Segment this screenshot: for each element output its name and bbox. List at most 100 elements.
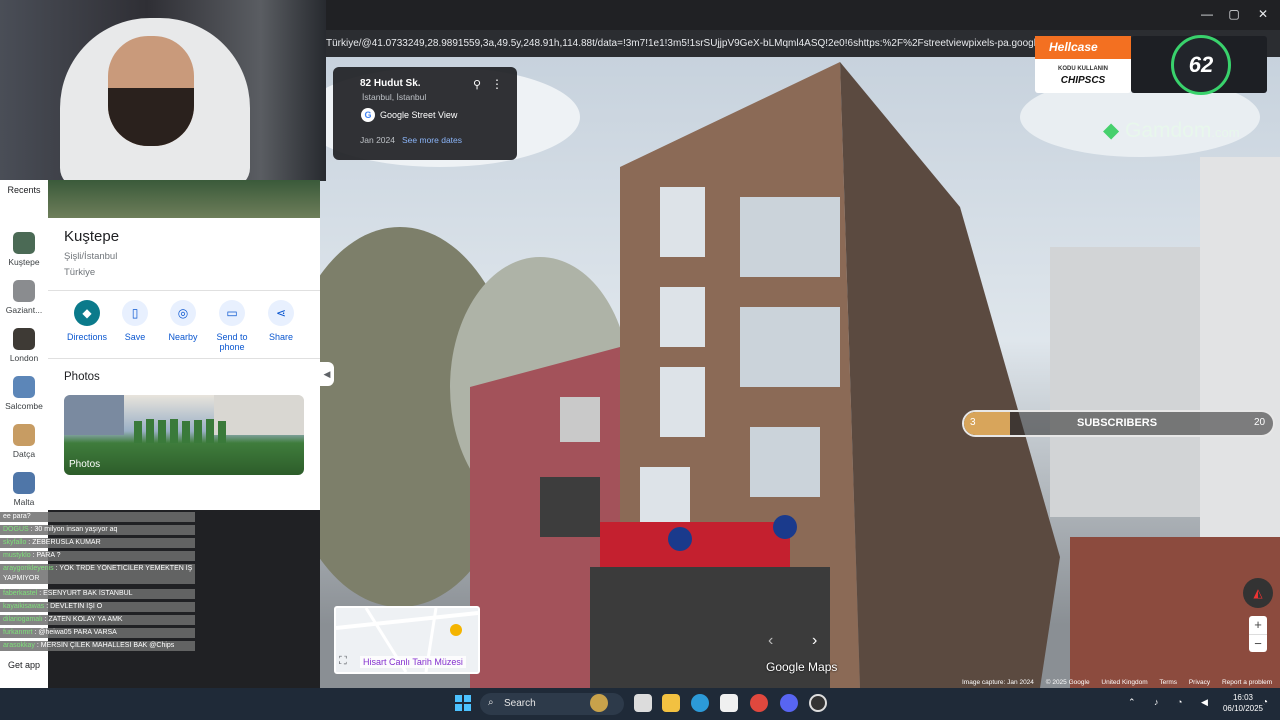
chat-line: furkanmrt : @heiwa05 PARA VARSA <box>0 628 195 638</box>
clock-time: 16:03 <box>1232 693 1254 702</box>
footer-capture: Image capture: Jan 2024 <box>962 679 1034 686</box>
recents-label: Recents <box>7 185 41 195</box>
directions-label: Directions <box>66 332 107 342</box>
recent-label: Kuştepe <box>8 257 40 267</box>
more-options-icon[interactable]: ⋮ <box>491 77 503 91</box>
footer-copyright: © 2025 Google <box>1045 679 1090 686</box>
widgets-icon[interactable] <box>590 694 608 712</box>
bookmark-icon: ▯ <box>122 300 148 326</box>
nearby-button[interactable]: ◎ Nearby <box>157 300 209 342</box>
store-icon[interactable] <box>720 694 738 712</box>
recent-item-london[interactable]: London <box>0 328 48 363</box>
subscriber-count: 3 <box>970 417 976 428</box>
place-district: Şişli/İstanbul <box>64 251 118 262</box>
file-explorer-icon[interactable] <box>662 694 680 712</box>
divider <box>48 290 320 291</box>
task-view-icon[interactable] <box>634 694 652 712</box>
share-icon: ⋖ <box>268 300 294 326</box>
sv-city: İstanbul, İstanbul <box>362 92 427 102</box>
recent-item-malta[interactable]: Malta <box>0 472 48 507</box>
divider <box>48 358 320 359</box>
recent-thumb <box>13 376 35 398</box>
recent-label: Salcombe <box>5 401 43 411</box>
recent-label: Gaziant... <box>5 305 43 315</box>
obs-icon[interactable] <box>809 694 827 712</box>
recent-label: Datça <box>12 449 36 459</box>
send-to-phone-button[interactable]: ▭ Send to phone <box>206 300 258 352</box>
chat-line: araygorikleyenis : YOK TRDE YÖNETİCİLER … <box>0 564 195 584</box>
map-footer: Image capture: Jan 2024 © 2025 Google Un… <box>962 679 1280 686</box>
google-maps-watermark: Google Maps <box>766 660 838 674</box>
place-hero-image[interactable] <box>48 180 320 218</box>
nav-left-arrow[interactable]: ‹ <box>768 632 773 650</box>
share-button[interactable]: ⋖ Share <box>255 300 307 342</box>
zoom-in-button[interactable]: + <box>1249 616 1267 634</box>
webcam-overlay <box>0 0 326 181</box>
chat-line: skyfallo : ZEBERUSLA KUMAR <box>0 538 195 548</box>
see-more-dates-link[interactable]: See more dates <box>402 135 462 145</box>
compass-icon[interactable]: ◭ <box>1243 578 1273 608</box>
nearby-label: Nearby <box>168 332 198 342</box>
location-pin-icon[interactable]: ⚲ <box>473 78 481 91</box>
footer-terms[interactable]: Terms <box>1159 679 1177 686</box>
nav-right-arrow[interactable]: › <box>812 632 817 650</box>
recent-item-gaziantep[interactable]: Gaziant... <box>0 280 48 315</box>
directions-button[interactable]: ◆ Directions <box>61 300 113 342</box>
search-icon: ⌕ <box>488 697 494 708</box>
expand-icon[interactable]: ⛶ <box>339 655 347 668</box>
discord-icon[interactable] <box>780 694 798 712</box>
save-label: Save <box>124 332 146 342</box>
gauge-value: 62 <box>1171 35 1231 95</box>
sv-date: Jan 2024 <box>360 135 395 145</box>
chat-line: dilariogamalı : ZATEN KOLAY YA AMK <box>0 615 195 625</box>
phone-icon: ▭ <box>219 300 245 326</box>
subscriber-label: SUBSCRIBERS <box>1077 417 1158 429</box>
gamdom-icon: ◆ <box>1103 119 1120 142</box>
chat-line: kayaikisawas : DEVLETİN İŞİ O <box>0 602 195 612</box>
chat-line: DOGUS : 30 milyon insan yaşıyor aq <box>0 525 195 535</box>
chat-line: faberkastel : ESENYURT BAK İSTANBUL <box>0 589 195 599</box>
zoom-out-button[interactable]: − <box>1249 634 1267 652</box>
recent-item-datca[interactable]: Datça <box>0 424 48 459</box>
google-icon: G <box>361 108 375 122</box>
close-window-button[interactable]: ✕ <box>1246 4 1280 24</box>
clock-date: 06/10/2025 <box>1222 704 1264 713</box>
start-button[interactable] <box>455 695 471 711</box>
collapse-panel-button[interactable]: ◀ <box>320 362 334 386</box>
gamdom-logo: ◆ Gamdom.com <box>1103 118 1240 143</box>
notification-icon[interactable]: ◔ <box>1262 697 1268 708</box>
footer-report[interactable]: Report a problem <box>1222 679 1272 686</box>
share-label: Share <box>268 332 294 342</box>
place-title: Kuştepe <box>64 228 120 245</box>
send-to-phone-label: Send to phone <box>216 332 248 352</box>
system-tray[interactable]: ⌃ ♪ ◔ ◀ <box>1128 697 1216 708</box>
hellcase-logo: Hellcase <box>1035 36 1131 59</box>
recent-thumb <box>13 280 35 302</box>
nearby-icon: ◎ <box>170 300 196 326</box>
photos-heading: Photos <box>64 371 100 383</box>
recent-item-salcombe[interactable]: Salcombe <box>0 376 48 411</box>
taskbar-clock[interactable]: 16:03 06/10/2025 <box>1222 692 1264 714</box>
gamdom-brand: Gamdom <box>1125 119 1212 142</box>
stream-chat: ee para? DOGUS : 30 milyon insan yaşıyor… <box>0 503 195 653</box>
recent-thumb <box>13 472 35 494</box>
hellcase-line1: KODU KULLANIN <box>1058 66 1108 72</box>
footer-privacy[interactable]: Privacy <box>1189 679 1210 686</box>
photos-label: Photos <box>69 459 101 470</box>
subscriber-goal: 20 <box>1254 417 1266 428</box>
recent-item-kustepe[interactable]: Kuştepe <box>0 232 48 267</box>
hellcase-code: CHIPSCS <box>1060 75 1106 86</box>
edge-icon[interactable] <box>691 694 709 712</box>
recent-thumb <box>13 424 35 446</box>
chrome-icon[interactable] <box>750 694 768 712</box>
recent-thumb <box>13 328 35 350</box>
save-button[interactable]: ▯ Save <box>109 300 161 342</box>
recent-thumb <box>13 232 35 254</box>
minimap-place-label[interactable]: Hisart Canlı Tarih Müzesi <box>360 656 466 668</box>
directions-icon: ◆ <box>74 300 100 326</box>
recent-label: London <box>9 353 39 363</box>
chat-line: ee para? <box>0 512 195 522</box>
sv-address: 82 Hudut Sk. <box>360 78 421 89</box>
footer-region[interactable]: United Kingdom <box>1101 679 1147 686</box>
get-app-link[interactable]: Get app <box>0 660 48 670</box>
